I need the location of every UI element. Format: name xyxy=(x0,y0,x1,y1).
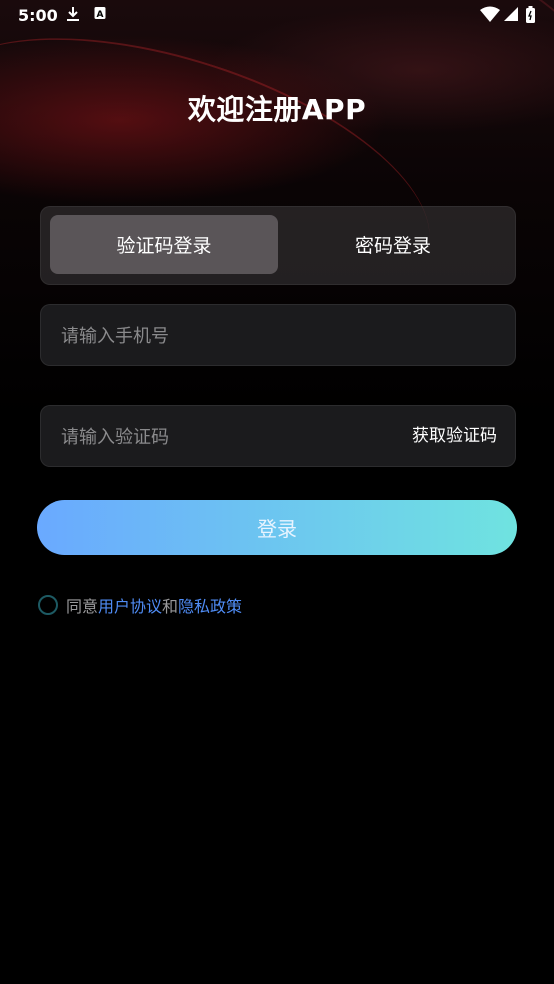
login-tab-panel: 验证码登录 密码登录 xyxy=(40,206,516,285)
phone-field xyxy=(40,304,516,367)
privacy-policy-link[interactable]: 隐私政策 xyxy=(178,593,242,617)
agree-checkbox[interactable] xyxy=(38,595,58,615)
status-bar: 5:00 A xyxy=(0,0,554,30)
agreement-row: 同意 用户协议 和 隐私政策 xyxy=(38,593,242,617)
a-icon: A xyxy=(94,6,106,24)
battery-icon xyxy=(526,6,535,27)
tab-sms-code-login[interactable]: 验证码登录 xyxy=(50,215,278,274)
wifi-icon xyxy=(480,6,500,26)
code-input[interactable] xyxy=(59,406,393,468)
phone-input[interactable] xyxy=(59,305,393,367)
download-icon xyxy=(66,6,80,26)
get-code-button[interactable]: 获取验证码 xyxy=(412,406,497,466)
agreement-prefix: 同意 xyxy=(66,597,99,616)
tab-password-login[interactable]: 密码登录 xyxy=(279,215,507,274)
status-time: 5:00 xyxy=(18,6,58,25)
login-button[interactable]: 登录 xyxy=(37,500,517,555)
agreement-and: 和 xyxy=(162,597,179,616)
code-field: 获取验证码 xyxy=(40,405,516,468)
user-agreement-link[interactable]: 用户协议 xyxy=(98,593,162,617)
svg-text:A: A xyxy=(97,10,104,20)
page-title: 欢迎注册APP xyxy=(187,93,367,126)
signal-icon xyxy=(503,6,518,26)
